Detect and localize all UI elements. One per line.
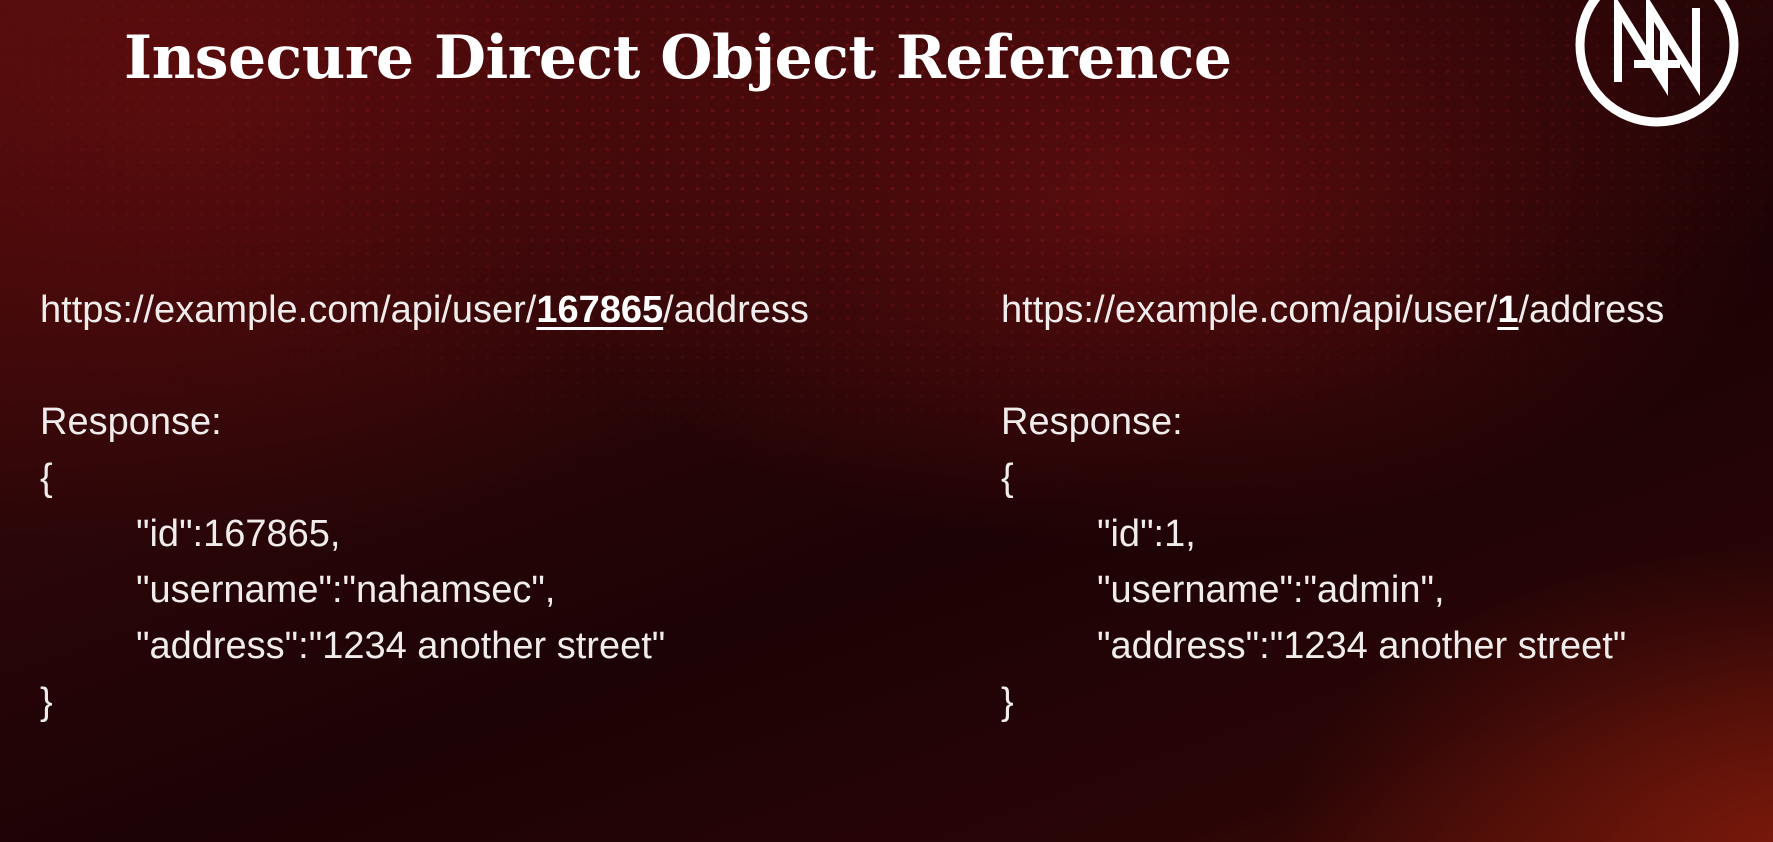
- right-json-id-line: "id":1,: [1097, 513, 1196, 555]
- left-request-url: https://example.com/api/user/167865/addr…: [40, 282, 809, 338]
- left-url-prefix: https://example.com/api/user/: [40, 289, 537, 331]
- right-json-username-line: "username":"admin",: [1097, 569, 1445, 611]
- right-json-address-line: "address":"1234 another street": [1097, 625, 1627, 667]
- left-json-address-line: "address":"1234 another street": [136, 625, 666, 667]
- right-url-prefix: https://example.com/api/user/: [1001, 289, 1498, 331]
- right-request-panel: https://example.com/api/user/1/address R…: [1001, 282, 1664, 730]
- right-open-brace: {: [1001, 457, 1014, 499]
- slide-title: Insecure Direct Object Reference: [124, 23, 1232, 93]
- nahamsec-logo-icon: [1575, 0, 1739, 127]
- left-request-panel: https://example.com/api/user/167865/addr…: [40, 282, 809, 730]
- left-url-user-id: 167865: [536, 289, 664, 331]
- left-response-label: Response:: [40, 401, 222, 443]
- left-open-brace: {: [40, 457, 53, 499]
- right-url-suffix: /address: [1518, 289, 1665, 331]
- left-url-suffix: /address: [663, 289, 809, 331]
- right-close-brace: }: [1001, 681, 1014, 723]
- right-request-url: https://example.com/api/user/1/address: [1001, 282, 1664, 338]
- left-json-username-line: "username":"nahamsec",: [136, 569, 556, 611]
- left-json-id-line: "id":167865,: [136, 513, 341, 555]
- right-url-user-id: 1: [1497, 289, 1519, 331]
- left-close-brace: }: [40, 681, 53, 723]
- right-response-label: Response:: [1001, 401, 1183, 443]
